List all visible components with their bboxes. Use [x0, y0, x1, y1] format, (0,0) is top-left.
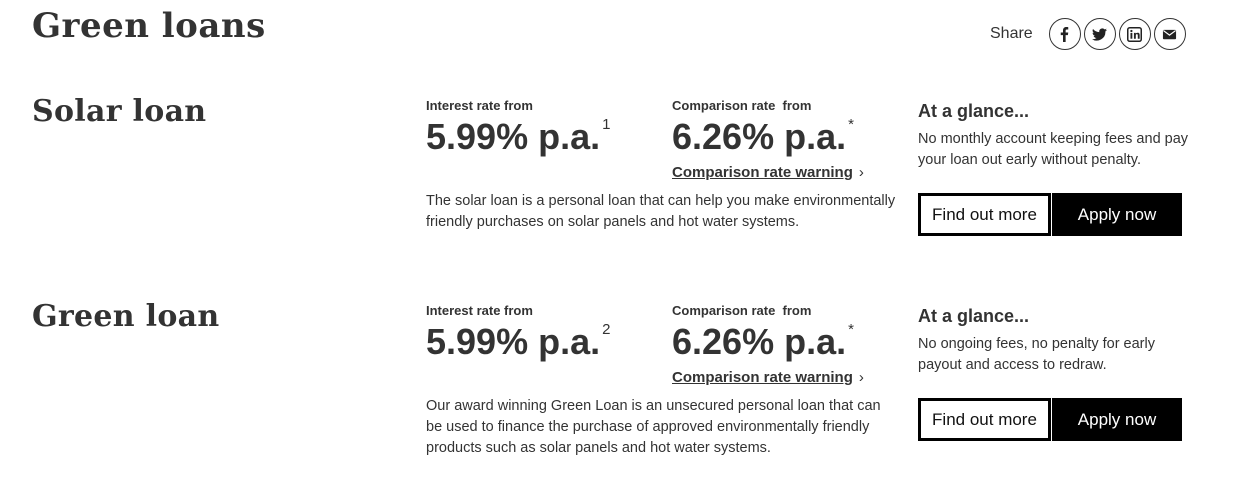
apply-now-button[interactable]: Apply now	[1052, 193, 1182, 236]
email-share-button[interactable]	[1153, 18, 1186, 50]
share-label: Share	[990, 25, 1033, 42]
linkedin-icon	[1127, 26, 1143, 42]
comparison-rate-warning-link[interactable]: Comparison rate warning ›	[672, 164, 864, 181]
find-out-more-button[interactable]: Find out more	[918, 193, 1051, 236]
at-a-glance-title: At a glance...	[918, 101, 1030, 121]
comparison-rate-value: 6.26% p.a. *	[672, 116, 854, 157]
comparison-rate-label: Comparison rate from	[672, 303, 812, 318]
facebook-share-button[interactable]	[1048, 18, 1081, 50]
comparison-rate-warning-link[interactable]: Comparison rate warning ›	[672, 369, 864, 386]
at-a-glance-title: At a glance...	[918, 306, 1030, 326]
twitter-icon	[1092, 27, 1108, 41]
linkedin-share-button[interactable]	[1118, 18, 1151, 50]
share-bar: Share	[990, 18, 1189, 50]
at-a-glance-text: No monthly account keeping fees and pay …	[918, 131, 1189, 168]
interest-rate-value: 5.99% p.a. 1	[426, 116, 611, 157]
comparison-rate-value: 6.26% p.a. *	[672, 321, 854, 362]
chevron-right-icon: ›	[858, 164, 864, 181]
interest-footnote: 2	[602, 321, 611, 338]
apply-now-button[interactable]: Apply now	[1052, 398, 1182, 441]
email-icon	[1163, 29, 1177, 39]
twitter-share-button[interactable]	[1083, 18, 1116, 50]
find-out-more-button[interactable]: Find out more	[918, 398, 1051, 441]
loan-description: The solar loan is a personal loan that c…	[426, 193, 896, 230]
facebook-icon	[1060, 26, 1069, 42]
loan-description: Our award winning Green Loan is an unsec…	[426, 398, 881, 456]
comparison-footnote: *	[848, 321, 854, 338]
page-title: Green loans	[32, 6, 266, 46]
interest-footnote: 1	[602, 116, 611, 133]
loan-name: Green loan	[32, 299, 220, 334]
loan-name: Solar loan	[32, 94, 207, 129]
comparison-rate-label: Comparison rate from	[672, 98, 812, 113]
at-a-glance-text: No ongoing fees, no penalty for early pa…	[918, 336, 1155, 373]
interest-rate-label: Interest rate from	[426, 303, 533, 318]
interest-rate-label: Interest rate from	[426, 98, 533, 113]
comparison-footnote: *	[848, 116, 854, 133]
chevron-right-icon: ›	[858, 369, 864, 386]
interest-rate-value: 5.99% p.a. 2	[426, 321, 611, 362]
